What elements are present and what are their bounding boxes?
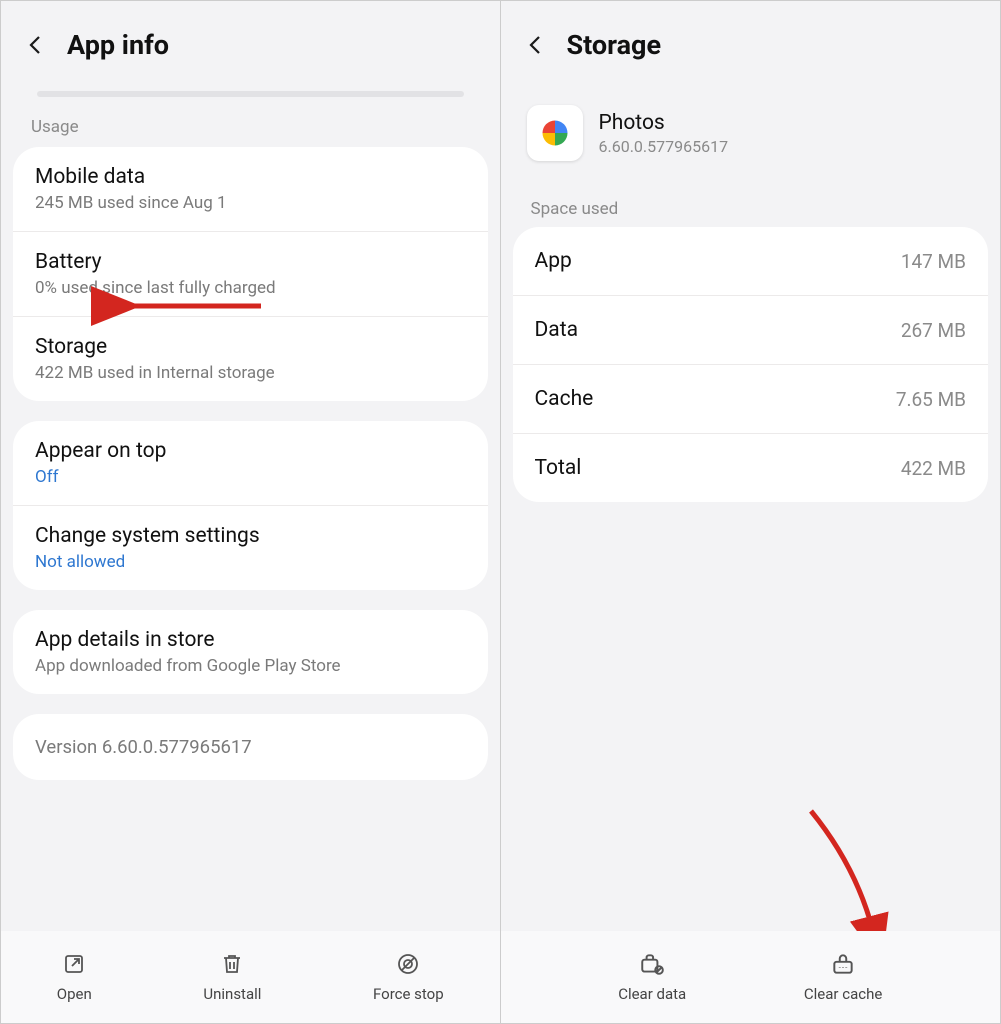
row-value: 267 MB: [901, 319, 966, 342]
bottom-bar: Open Uninstall Force stop: [1, 931, 500, 1023]
usage-card: Mobile data 245 MB used since Aug 1 Batt…: [13, 147, 488, 401]
row-title: Mobile data: [35, 165, 466, 189]
row-label: App: [535, 249, 572, 273]
row-value: 147 MB: [901, 250, 966, 273]
google-photos-icon: [535, 113, 575, 153]
row-label: Total: [535, 456, 582, 480]
store-card: App details in store App downloaded from…: [13, 610, 488, 694]
space-used-card: App 147 MB Data 267 MB Cache 7.65 MB Tot…: [513, 227, 989, 502]
trash-icon: [219, 951, 245, 977]
clear-cache-button[interactable]: Clear cache: [804, 951, 882, 1003]
row-title: Storage: [35, 335, 466, 359]
version-card: Version 6.60.0.577965617: [13, 714, 488, 780]
open-button[interactable]: Open: [57, 951, 92, 1003]
clear-cache-icon: [830, 951, 856, 977]
change-system-settings-row[interactable]: Change system settings Not allowed: [13, 505, 488, 590]
appear-on-top-row[interactable]: Appear on top Off: [13, 421, 488, 505]
header: Storage: [501, 1, 1001, 91]
space-row-data: Data 267 MB: [513, 295, 989, 364]
section-label-usage: Usage: [1, 103, 500, 147]
clear-data-icon: [639, 951, 665, 977]
storage-row[interactable]: Storage 422 MB used in Internal storage: [13, 316, 488, 401]
bottom-bar: Clear data Clear cache: [501, 931, 1001, 1023]
app-meta: Photos 6.60.0.577965617: [599, 111, 729, 156]
row-title: Change system settings: [35, 524, 466, 548]
section-label-space-used: Space used: [501, 181, 1001, 227]
header: App info: [1, 1, 500, 91]
row-sub: 245 MB used since Aug 1: [35, 193, 466, 213]
permissions-card: Appear on top Off Change system settings…: [13, 421, 488, 590]
back-button[interactable]: [523, 32, 549, 58]
uninstall-button[interactable]: Uninstall: [203, 951, 261, 1003]
force-stop-button[interactable]: Force stop: [373, 951, 444, 1003]
battery-row[interactable]: Battery 0% used since last fully charged: [13, 231, 488, 316]
clear-data-button[interactable]: Clear data: [618, 951, 686, 1003]
space-row-total: Total 422 MB: [513, 433, 989, 502]
page-title: App info: [67, 29, 169, 61]
app-version: 6.60.0.577965617: [599, 137, 729, 156]
storage-content: Storage Photos 6.60.0.577965617 Space us…: [501, 1, 1001, 602]
photos-app-icon: [527, 105, 583, 161]
button-label: Clear data: [618, 985, 686, 1003]
button-label: Clear cache: [804, 985, 882, 1003]
row-sub: Off: [35, 467, 466, 487]
row-title: Appear on top: [35, 439, 466, 463]
row-sub: Not allowed: [35, 552, 466, 572]
button-label: Force stop: [373, 985, 444, 1003]
annotation-arrow-clear-cache: [801, 806, 901, 950]
back-button[interactable]: [23, 32, 49, 58]
row-sub: 422 MB used in Internal storage: [35, 363, 466, 383]
version-text: Version 6.60.0.577965617: [35, 736, 466, 758]
row-value: 7.65 MB: [896, 388, 966, 411]
force-stop-icon: [395, 951, 421, 977]
button-label: Uninstall: [203, 985, 261, 1003]
page-title: Storage: [567, 29, 662, 61]
row-sub: App downloaded from Google Play Store: [35, 656, 466, 676]
row-sub: 0% used since last fully charged: [35, 278, 466, 298]
app-info-pane: App info Usage Mobile data 245 MB used s…: [1, 1, 501, 1023]
row-value: 422 MB: [901, 457, 966, 480]
space-row-app: App 147 MB: [513, 227, 989, 295]
space-row-cache: Cache 7.65 MB: [513, 364, 989, 433]
mobile-data-row[interactable]: Mobile data 245 MB used since Aug 1: [13, 147, 488, 231]
storage-pane: Storage Photos 6.60.0.577965617 Space us…: [501, 1, 1001, 1023]
row-label: Cache: [535, 387, 594, 411]
row-title: Battery: [35, 250, 466, 274]
button-label: Open: [57, 985, 92, 1003]
app-identity: Photos 6.60.0.577965617: [501, 91, 1001, 181]
app-details-in-store-row[interactable]: App details in store App downloaded from…: [13, 610, 488, 694]
row-label: Data: [535, 318, 579, 342]
app-name: Photos: [599, 111, 729, 135]
app-info-content: App info Usage Mobile data 245 MB used s…: [1, 1, 500, 880]
row-title: App details in store: [35, 628, 466, 652]
chevron-left-icon: [524, 33, 548, 57]
open-icon: [61, 951, 87, 977]
scroll-hint: [37, 91, 464, 97]
chevron-left-icon: [24, 33, 48, 57]
